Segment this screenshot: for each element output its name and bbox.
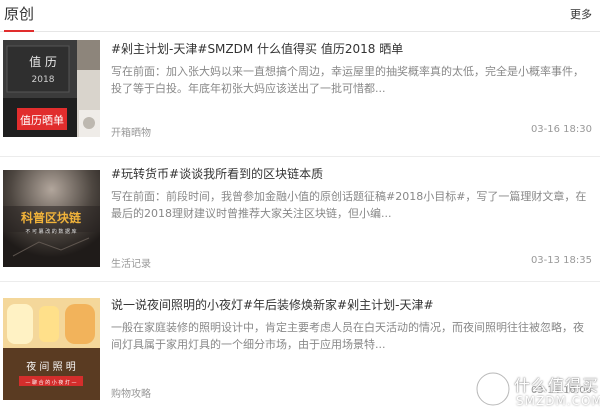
smzdm-logo-icon [476, 372, 510, 406]
thumb-caption: 夜 间 照 明 [26, 360, 76, 373]
more-link[interactable]: 更多 [570, 6, 592, 22]
thumb-subcaption: — 聊 合 的 小 夜 灯 — [25, 379, 76, 386]
article-date: 03-16 18:30 [530, 124, 592, 135]
article-thumbnail[interactable]: 值 历 2018 值历晒单 [3, 40, 100, 137]
thumb-book-title: 值 历 [29, 54, 57, 69]
article-excerpt: 写在前面：前段时间，我曾参加金融小值的原创话题征稿#2018小目标#，写了一篇理… [111, 190, 587, 220]
thumb-book-year: 2018 [32, 75, 55, 85]
night-light-image: 夜 间 照 明 — 聊 合 的 小 夜 灯 — [3, 298, 100, 400]
article-item[interactable]: 科普区块链 不 可 篡 改 的 数 据 库 #玩转货币#谈谈我所看到的区块链本质… [0, 158, 600, 282]
calendar-box-image: 值 历 2018 值历晒单 [3, 40, 100, 137]
article-category[interactable]: 生活记录 [111, 255, 151, 270]
article-title[interactable]: #玩转货币#谈谈我所看到的区块链本质 [111, 166, 591, 182]
watermark-domain: SMZDM.COM [516, 394, 600, 408]
thumb-caption: 科普区块链 [21, 210, 82, 225]
article-thumbnail[interactable]: 科普区块链 不 可 篡 改 的 数 据 库 [3, 170, 100, 267]
article-excerpt: 一般在家庭装修的照明设计中，肯定主要考虑人员在白天活动的情况，而夜间照明往往被忽… [111, 321, 584, 351]
blockchain-cover-image: 科普区块链 不 可 篡 改 的 数 据 库 [3, 170, 100, 267]
watermark: 什么值得买 SMZDM.COM [474, 370, 600, 414]
watermark-title: 什么值得买 [514, 376, 600, 395]
article-title[interactable]: #剁主计划-天津#SMZDM 什么值得买 值历2018 晒单 [111, 41, 591, 57]
article-thumbnail[interactable]: 夜 间 照 明 — 聊 合 的 小 夜 灯 — [3, 298, 100, 400]
section-title: 原创 [4, 3, 35, 32]
article-title[interactable]: 说一说夜间照明的小夜灯#年后装修焕新家#剁主计划-天津# [111, 297, 591, 313]
article-category[interactable]: 购物攻略 [111, 385, 151, 400]
thumb-caption: 值历晒单 [20, 114, 64, 127]
article-excerpt: 写在前面：加入张大妈以来一直想搞个周边，幸运屋里的抽奖概率真的太低，完全是小概率… [111, 65, 584, 95]
article-date: 03-13 18:35 [530, 255, 592, 266]
article-category[interactable]: 开箱晒物 [111, 124, 151, 139]
section-header: 原创 更多 [0, 0, 600, 32]
article-item[interactable]: 值 历 2018 值历晒单 #剁主计划-天津#SMZDM 什么值得买 值历201… [0, 33, 600, 157]
thumb-subcaption: 不 可 篡 改 的 数 据 库 [25, 228, 76, 235]
article-item[interactable]: 夜 间 照 明 — 聊 合 的 小 夜 灯 — 说一说夜间照明的小夜灯#年后装修… [0, 289, 600, 420]
